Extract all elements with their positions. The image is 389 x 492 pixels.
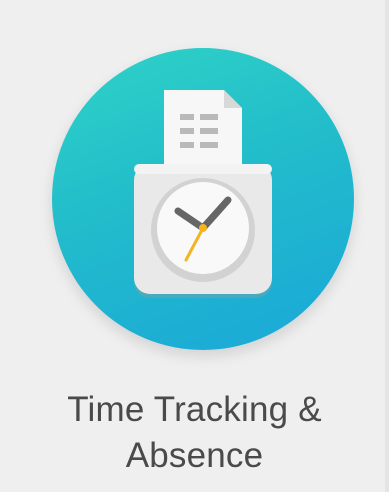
clock-face-icon	[151, 178, 255, 282]
document-icon	[164, 90, 242, 168]
time-tracking-absence-tile[interactable]: Time Tracking & Absence	[0, 0, 389, 492]
tile-label-line-2: Absence	[125, 436, 264, 475]
time-tracking-icon	[134, 90, 272, 298]
tile-label-line-1: Time Tracking &	[67, 390, 322, 429]
